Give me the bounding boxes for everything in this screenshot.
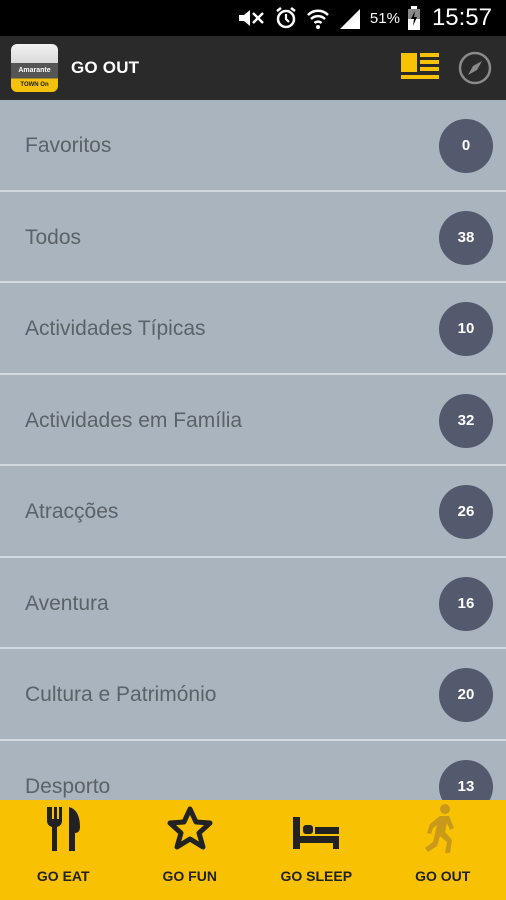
app-logo-text: Amarante (18, 67, 51, 74)
nav-go-eat[interactable]: GO EAT (0, 800, 127, 900)
nav-go-out[interactable]: GO OUT (380, 800, 506, 900)
category-label: Favoritos (25, 134, 112, 157)
category-label: Desporto (25, 774, 111, 798)
page-title: GO OUT (71, 58, 140, 77)
compass-icon[interactable] (458, 51, 492, 85)
category-label: Todos (25, 225, 82, 249)
count-badge: 26 (439, 485, 493, 539)
nav-label: GO OUT (415, 868, 471, 884)
list-item[interactable]: Actividades Típicas 10 (0, 283, 506, 375)
nav-label: GO EAT (36, 868, 90, 884)
count-badge: 16 (439, 576, 493, 631)
app-logo-tag: TOWN On (20, 82, 49, 88)
alarm-icon (274, 6, 298, 30)
list-item[interactable]: Actividades em Família 32 (0, 374, 506, 466)
count-badge: 10 (439, 302, 493, 356)
bottom-nav: GO EAT GO FUN GO SLEEP GO OUT (0, 800, 506, 900)
list-item[interactable]: Desporto 13 (0, 740, 506, 800)
category-list: Favoritos 0 Todos 38 Actividades Típicas… (0, 100, 506, 800)
list-view-icon[interactable] (401, 53, 439, 83)
signal-icon (338, 7, 362, 29)
bed-icon (291, 813, 341, 858)
app-logo[interactable]: Amarante TOWN On (11, 44, 58, 92)
category-label: Aventura (25, 591, 109, 615)
category-label: Cultura e Património (25, 683, 217, 706)
count-badge: 38 (439, 210, 493, 265)
star-icon (165, 805, 215, 858)
status-bar: 51% 15:57 (0, 0, 506, 36)
list-item[interactable]: Cultura e Património 20 (0, 649, 506, 741)
walking-person-icon (424, 803, 461, 858)
list-item[interactable]: Atracções 26 (0, 466, 506, 558)
clock: 15:57 (431, 4, 492, 31)
battery-icon (407, 6, 420, 30)
battery-percent: 51% (369, 9, 400, 27)
nav-go-fun[interactable]: GO FUN (127, 800, 254, 900)
count-badge: 13 (439, 759, 493, 800)
count-badge: 32 (439, 393, 493, 448)
list-item[interactable]: Aventura 16 (0, 557, 506, 649)
nav-label: GO SLEEP (280, 868, 353, 884)
category-label: Actividades Típicas (25, 317, 206, 340)
wifi-icon (306, 6, 330, 30)
category-label: Atracções (25, 500, 119, 523)
list-item[interactable]: Favoritos 0 (0, 100, 506, 192)
fork-knife-icon (43, 805, 83, 858)
app-bar: Amarante TOWN On GO OUT (0, 36, 506, 100)
count-badge: 0 (439, 119, 493, 173)
count-badge: 20 (439, 668, 493, 722)
nav-label: GO FUN (162, 868, 217, 884)
mute-icon (236, 8, 266, 28)
category-label: Actividades em Família (25, 408, 243, 432)
list-item[interactable]: Todos 38 (0, 191, 506, 283)
nav-go-sleep[interactable]: GO SLEEP (253, 800, 380, 900)
